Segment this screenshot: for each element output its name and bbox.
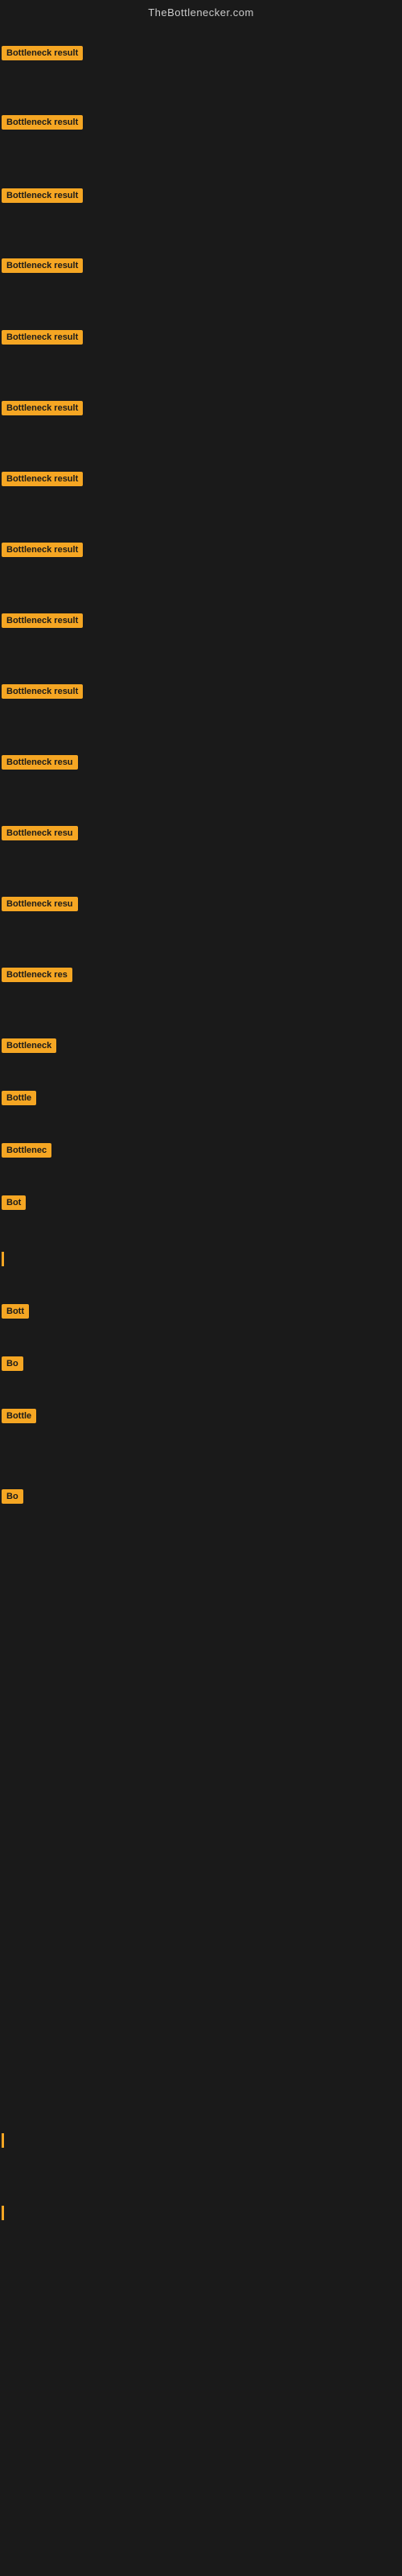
badge-label-10: Bottleneck resu [2, 755, 78, 770]
badge-label-21: Bottle [2, 1409, 36, 1423]
bottleneck-badge-8: Bottleneck result [2, 613, 83, 632]
vertical-line-24 [2, 2206, 4, 2220]
badge-label-14: Bottleneck [2, 1038, 56, 1053]
bottleneck-badge-14: Bottleneck [2, 1038, 56, 1057]
badge-label-4: Bottleneck result [2, 330, 83, 345]
bottleneck-badge-0: Bottleneck result [2, 46, 83, 64]
badge-label-6: Bottleneck result [2, 472, 83, 486]
bottleneck-badge-5: Bottleneck result [2, 401, 83, 419]
badge-label-20: Bo [2, 1356, 23, 1371]
bottleneck-badge-16: Bottlenec [2, 1143, 51, 1162]
bottleneck-badge-19: Bott [2, 1304, 29, 1323]
badge-label-8: Bottleneck result [2, 613, 83, 628]
badge-label-19: Bott [2, 1304, 29, 1319]
bottleneck-badge-21: Bottle [2, 1409, 36, 1427]
site-title: TheBottlenecker.com [0, 0, 402, 22]
badge-label-9: Bottleneck result [2, 684, 83, 699]
bottleneck-badge-6: Bottleneck result [2, 472, 83, 490]
bottleneck-badge-1: Bottleneck result [2, 115, 83, 134]
badge-label-15: Bottle [2, 1091, 36, 1105]
badge-label-11: Bottleneck resu [2, 826, 78, 840]
bottleneck-badge-17: Bot [2, 1195, 26, 1214]
bottleneck-badge-4: Bottleneck result [2, 330, 83, 349]
badge-label-13: Bottleneck res [2, 968, 72, 982]
badge-label-17: Bot [2, 1195, 26, 1210]
bottleneck-badge-22: Bo [2, 1489, 23, 1508]
badge-label-2: Bottleneck result [2, 188, 83, 203]
bottleneck-badge-10: Bottleneck resu [2, 755, 78, 774]
badge-label-12: Bottleneck resu [2, 897, 78, 911]
bottleneck-badge-2: Bottleneck result [2, 188, 83, 207]
vertical-line-23 [2, 2133, 4, 2148]
badge-label-5: Bottleneck result [2, 401, 83, 415]
badge-label-3: Bottleneck result [2, 258, 83, 273]
badge-label-16: Bottlenec [2, 1143, 51, 1158]
bottleneck-badge-3: Bottleneck result [2, 258, 83, 277]
bottleneck-badge-15: Bottle [2, 1091, 36, 1109]
badge-label-22: Bo [2, 1489, 23, 1504]
badge-label-0: Bottleneck result [2, 46, 83, 60]
badge-label-7: Bottleneck result [2, 543, 83, 557]
vertical-line-18 [2, 1252, 4, 1266]
bottleneck-badge-7: Bottleneck result [2, 543, 83, 561]
bottleneck-badge-9: Bottleneck result [2, 684, 83, 703]
bottleneck-badge-11: Bottleneck resu [2, 826, 78, 844]
bottleneck-badge-12: Bottleneck resu [2, 897, 78, 915]
bottleneck-badge-20: Bo [2, 1356, 23, 1375]
bottleneck-badge-13: Bottleneck res [2, 968, 72, 986]
badge-label-1: Bottleneck result [2, 115, 83, 130]
